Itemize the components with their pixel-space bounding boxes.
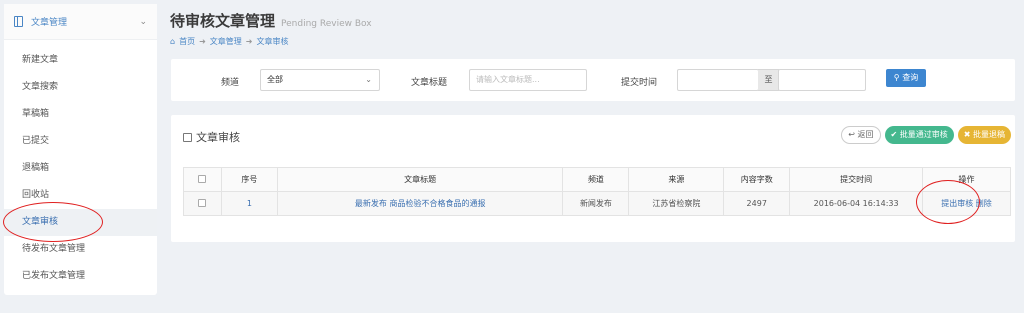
batch-approve-button[interactable]: ✔ 批量通过审核 xyxy=(884,126,954,144)
col-title: 文章标题 xyxy=(276,167,564,192)
breadcrumb-separator-icon: ➜ xyxy=(245,37,253,46)
sidebar-header-label: 文章管理 xyxy=(31,18,68,28)
title-search-input[interactable]: 请输入文章标题... xyxy=(469,69,587,91)
row-checkbox[interactable] xyxy=(198,198,207,207)
back-arrow-icon: ↩ xyxy=(848,130,855,139)
chevron-down-icon: ⌄ xyxy=(365,75,372,84)
row-title[interactable]: 最新发布 商品检验不合格食品的通报 xyxy=(276,191,564,216)
sidebar-item-drafts[interactable]: 草稿箱 xyxy=(4,101,157,128)
panel-title: 文章审核 xyxy=(183,129,240,145)
page-title: 待审核文章管理 Pending Review Box xyxy=(170,10,372,31)
channel-label: 频道 xyxy=(221,78,240,88)
batch-reject-label: 批量退稿 xyxy=(973,130,1005,139)
select-all-checkbox[interactable] xyxy=(198,174,207,183)
annotation-circle-actions xyxy=(916,180,980,224)
end-date-input[interactable] xyxy=(778,69,866,91)
panel-title-text: 文章审核 xyxy=(196,131,240,144)
row-channel: 新闻发布 xyxy=(562,191,630,216)
date-separator: 至 xyxy=(758,69,779,91)
article-table: 序号 文章标题 频道 来源 内容字数 提交时间 操作 1 最新发布 商品检验不合… xyxy=(183,167,1011,216)
batch-reject-button[interactable]: ✖ 批量退稿 xyxy=(957,126,1011,144)
select-all-cell[interactable] xyxy=(183,167,222,192)
channel-select[interactable]: 全部 ⌄ xyxy=(260,69,380,91)
back-button-label: 返回 xyxy=(857,130,874,139)
page-title-main: 待审核文章管理 xyxy=(170,12,276,30)
back-button[interactable]: ↩ 返回 xyxy=(841,126,881,144)
sidebar-item-search[interactable]: 文章搜索 xyxy=(4,74,157,101)
batch-approve-label: 批量通过审核 xyxy=(899,130,948,139)
col-channel: 频道 xyxy=(562,167,630,192)
col-index: 序号 xyxy=(220,167,278,192)
search-button[interactable]: ⚲ 查询 xyxy=(886,69,926,87)
page-title-subtitle: Pending Review Box xyxy=(281,19,372,29)
filter-panel: 频道 全部 ⌄ 文章标题 请输入文章标题... 提交时间 至 ⚲ 查询 xyxy=(171,59,1015,101)
sidebar-list: 新建文章 文章搜索 草稿箱 已提交 退稿箱 回收站 文章审核 待发布文章管理 已… xyxy=(4,47,157,290)
time-label: 提交时间 xyxy=(621,78,658,88)
breadcrumb-review[interactable]: 文章审核 xyxy=(256,36,288,47)
col-words: 内容字数 xyxy=(723,167,791,192)
row-select-cell[interactable] xyxy=(183,191,222,216)
col-time: 提交时间 xyxy=(789,167,924,192)
book-icon xyxy=(14,16,23,27)
sidebar-item-published[interactable]: 已发布文章管理 xyxy=(4,263,157,290)
sidebar-item-new[interactable]: 新建文章 xyxy=(4,47,157,74)
chevron-down-icon: ⌄ xyxy=(139,16,147,27)
search-icon: ⚲ xyxy=(893,73,900,82)
close-icon: ✖ xyxy=(963,130,971,139)
table-row: 1 最新发布 商品检验不合格食品的通报 新闻发布 江苏省检察院 2497 201… xyxy=(183,191,1011,216)
breadcrumb: ⌂ 首页 ➜ 文章管理 ➜ 文章审核 xyxy=(170,36,288,47)
edit-icon xyxy=(183,132,192,142)
sidebar-header[interactable]: 文章管理 ⌄ xyxy=(4,4,157,40)
breadcrumb-separator-icon: ➜ xyxy=(199,37,206,46)
row-source: 江苏省检察院 xyxy=(628,191,725,216)
sidebar-item-returned[interactable]: 退稿箱 xyxy=(4,155,157,182)
panel-actions: ↩ 返回 ✔ 批量通过审核 ✖ 批量退稿 xyxy=(841,126,1011,144)
search-button-label: 查询 xyxy=(902,73,919,82)
table-header-row: 序号 文章标题 频道 来源 内容字数 提交时间 操作 xyxy=(183,167,1011,192)
sidebar: 文章管理 ⌄ 新建文章 文章搜索 草稿箱 已提交 退稿箱 回收站 文章审核 待发… xyxy=(4,4,157,295)
row-words: 2497 xyxy=(723,191,791,216)
channel-select-value: 全部 xyxy=(267,75,283,84)
start-date-input[interactable] xyxy=(677,69,759,91)
sidebar-item-submitted[interactable]: 已提交 xyxy=(4,128,157,155)
breadcrumb-articles[interactable]: 文章管理 xyxy=(210,36,242,47)
check-icon: ✔ xyxy=(890,130,898,139)
title-label: 文章标题 xyxy=(411,78,448,88)
annotation-circle-sidebar xyxy=(3,202,103,242)
row-time: 2016-06-04 16:14:33 xyxy=(789,191,924,216)
col-source: 来源 xyxy=(628,167,725,192)
review-panel: 文章审核 ↩ 返回 ✔ 批量通过审核 ✖ 批量退稿 序号 文章标题 频道 来源 … xyxy=(171,115,1015,242)
sidebar-item-pending-publish[interactable]: 待发布文章管理 xyxy=(4,236,157,263)
breadcrumb-home[interactable]: 首页 xyxy=(179,36,195,47)
home-icon: ⌂ xyxy=(170,37,176,46)
row-index: 1 xyxy=(220,191,278,216)
